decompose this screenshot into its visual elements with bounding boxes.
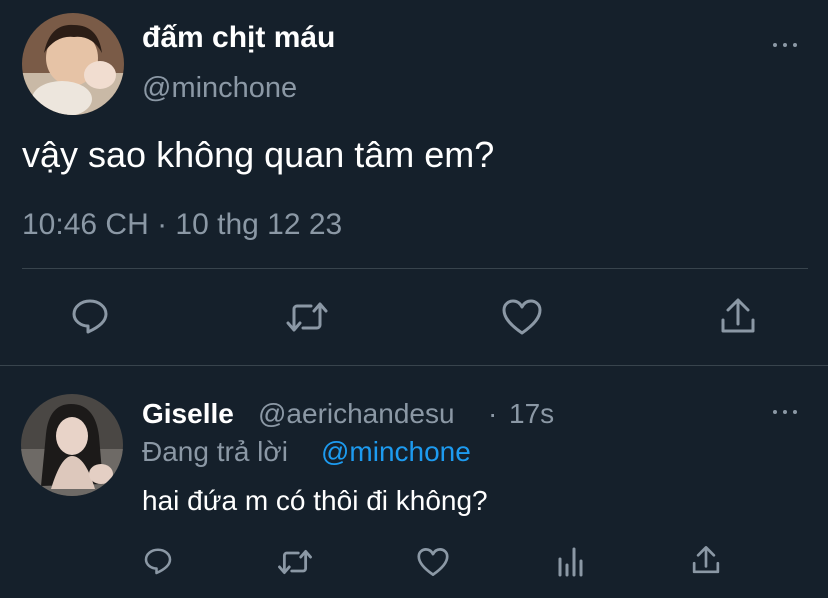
- like-icon[interactable]: [501, 298, 543, 336]
- divider: [0, 365, 828, 366]
- replying-to-handle[interactable]: @minchone: [321, 436, 471, 468]
- tweet-timestamp[interactable]: 10:46 CH · 10 thg 12 23: [22, 208, 342, 242]
- retweet-icon[interactable]: [277, 547, 313, 577]
- avatar-minchone[interactable]: [22, 13, 124, 115]
- more-options-icon[interactable]: [773, 407, 799, 417]
- more-options-icon[interactable]: [773, 40, 799, 50]
- reply-handle[interactable]: @aerichandesu: [258, 398, 455, 430]
- reply-text: hai đứa m có thôi đi không?: [142, 485, 488, 516]
- tweet-text: vậy sao không quan tâm em?: [22, 134, 495, 175]
- reply-icon[interactable]: [70, 296, 110, 336]
- retweet-icon[interactable]: [285, 299, 329, 335]
- handle[interactable]: @minchone: [142, 72, 297, 105]
- replying-to-label: Đang trả lời: [142, 436, 288, 467]
- display-name[interactable]: đấm chịt máu: [142, 21, 335, 55]
- separator-dot: ·: [488, 398, 498, 429]
- avatar-aerichandesu[interactable]: [21, 394, 123, 496]
- share-icon[interactable]: [691, 544, 721, 576]
- share-icon[interactable]: [719, 296, 757, 336]
- reply-display-name[interactable]: Giselle: [142, 398, 234, 430]
- divider: [22, 268, 808, 269]
- reply-icon[interactable]: [143, 545, 173, 577]
- reply-time[interactable]: 17s: [509, 398, 554, 430]
- like-icon[interactable]: [416, 547, 450, 577]
- analytics-icon[interactable]: [556, 545, 586, 577]
